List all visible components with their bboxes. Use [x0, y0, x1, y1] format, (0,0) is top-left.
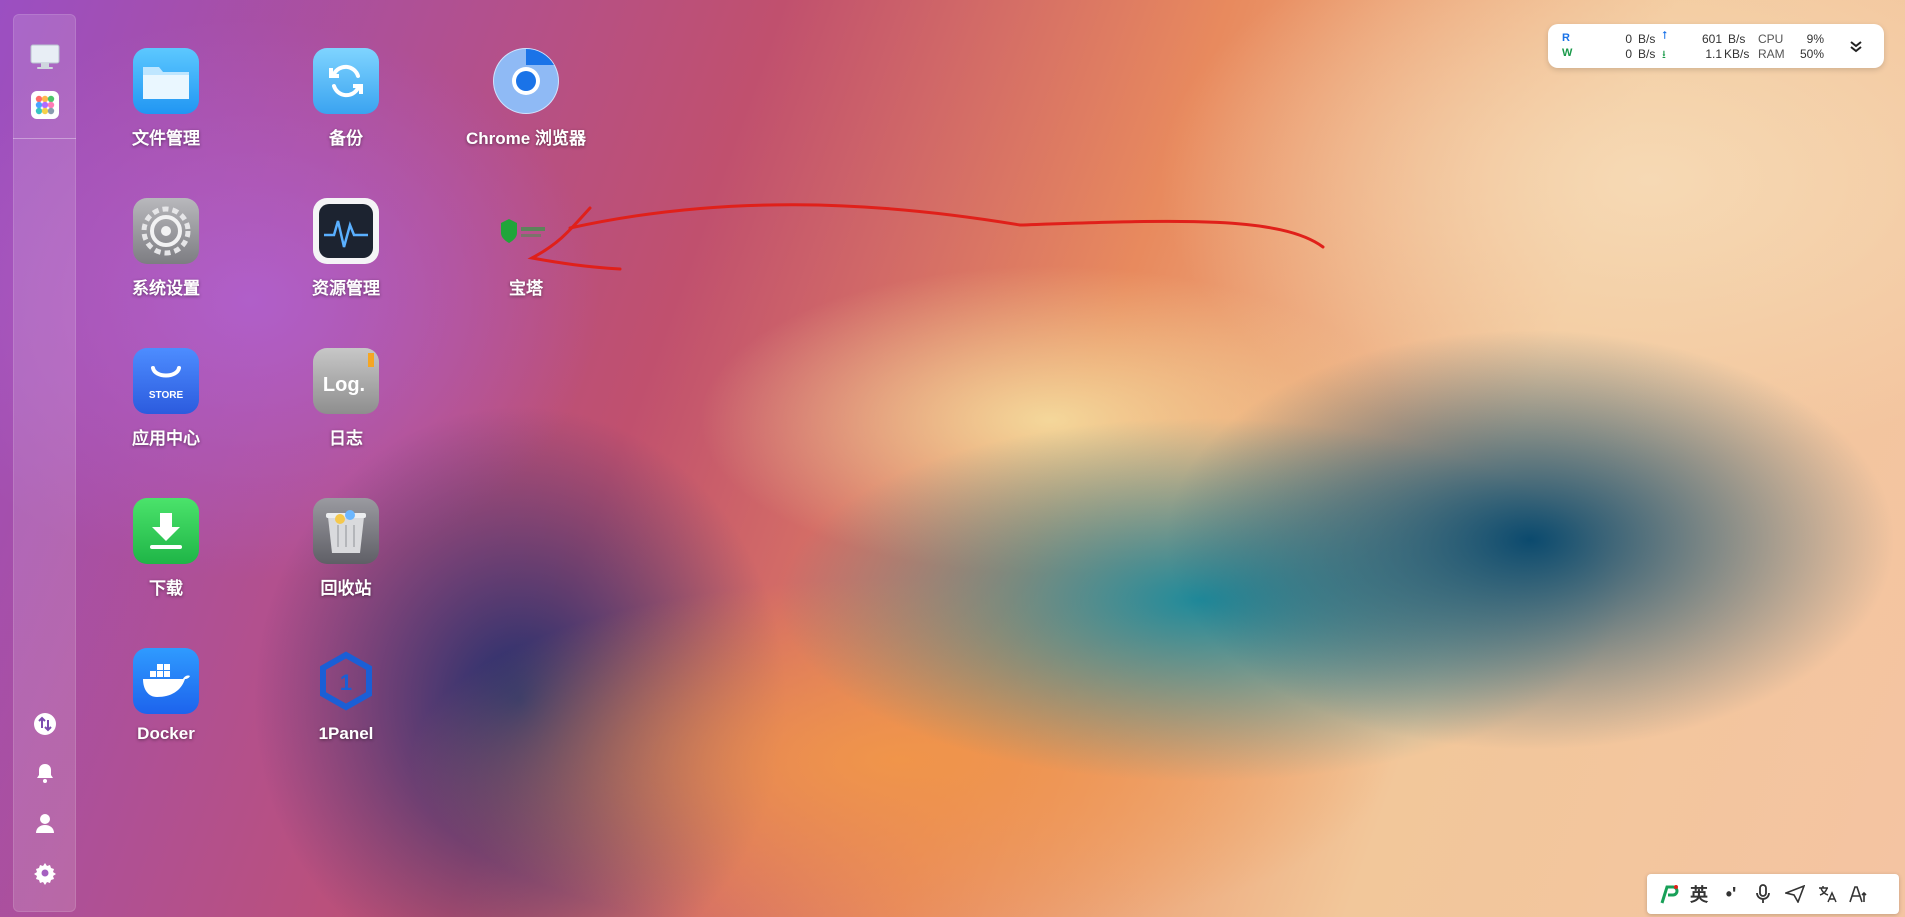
app-label: 资源管理	[312, 279, 380, 298]
app-docker[interactable]: Docker	[91, 648, 241, 744]
user-icon[interactable]	[28, 806, 62, 840]
transfer-icon[interactable]	[28, 707, 62, 741]
ram-label: RAM	[1758, 47, 1785, 61]
font-size-icon[interactable]	[1847, 882, 1871, 906]
settings-gear-icon[interactable]	[28, 856, 62, 890]
log-icon: Log.	[313, 348, 379, 414]
app-file-manager[interactable]: 文件管理	[91, 48, 241, 149]
app-1panel[interactable]: 1 1Panel	[271, 648, 421, 744]
cpu-label: CPU	[1758, 32, 1784, 46]
app-label: 应用中心	[132, 429, 200, 448]
ime-punct-toggle[interactable]: •'	[1719, 882, 1743, 906]
write-unit: B/s	[1638, 47, 1656, 61]
download-arrow-icon: ⭳	[1662, 49, 1666, 61]
app-label: 备份	[329, 129, 363, 148]
app-label: 下载	[149, 579, 183, 598]
upload-unit: B/s	[1728, 32, 1746, 46]
ime-lang-toggle[interactable]: 英	[1687, 882, 1711, 906]
trash-icon	[313, 498, 379, 564]
1panel-tile-text: 1	[340, 670, 352, 695]
activity-monitor-icon	[313, 198, 379, 264]
app-trash[interactable]: 回收站	[271, 498, 421, 599]
app-backup[interactable]: 备份	[271, 48, 421, 149]
app-grid-icon[interactable]	[28, 88, 62, 122]
read-value: 0	[1625, 32, 1632, 46]
app-log[interactable]: Log. 日志	[271, 348, 421, 449]
dock-divider	[13, 138, 76, 139]
read-unit: B/s	[1638, 32, 1656, 46]
app-system-settings[interactable]: 系统设置	[91, 198, 241, 299]
app-label: 系统设置	[132, 279, 200, 298]
folder-icon	[133, 48, 199, 114]
app-label: 回收站	[320, 579, 372, 598]
write-label: W	[1562, 47, 1573, 59]
download-value: 1.1	[1705, 47, 1722, 61]
read-label: R	[1562, 32, 1570, 44]
bell-icon[interactable]	[28, 756, 62, 790]
ram-value: 50%	[1799, 47, 1824, 61]
ime-logo-icon[interactable]	[1657, 882, 1681, 906]
app-label: 文件管理	[132, 129, 200, 148]
send-icon[interactable]	[1783, 882, 1807, 906]
store-icon: STORE	[133, 348, 199, 414]
log-tile-text: Log.	[323, 374, 365, 396]
gear-icon	[133, 198, 199, 264]
annotation-arrow	[527, 203, 1325, 271]
app-label: Chrome 浏览器	[466, 129, 586, 148]
1panel-icon: 1	[313, 648, 379, 714]
chrome-icon	[493, 48, 559, 114]
microphone-icon[interactable]	[1751, 882, 1775, 906]
write-value: 0	[1625, 47, 1632, 61]
download-icon	[133, 498, 199, 564]
cpu-value: 9%	[1806, 32, 1824, 46]
download-unit: KB/s	[1724, 47, 1750, 61]
app-label: Docker	[137, 724, 195, 743]
system-monitor-widget[interactable]: R W 0 B/s 0 B/s ⭡ ⭳ 601 B/s 1.1 KB/s CPU…	[1548, 24, 1884, 68]
app-label: 1Panel	[318, 724, 374, 743]
translate-icon[interactable]	[1815, 882, 1839, 906]
app-label: 日志	[329, 429, 363, 448]
upload-arrow-icon: ⭡	[1662, 30, 1668, 42]
app-chrome[interactable]: Chrome 浏览器	[451, 48, 601, 149]
docker-icon	[133, 648, 199, 714]
upload-value: 601	[1701, 32, 1722, 46]
app-store[interactable]: STORE 应用中心	[91, 348, 241, 449]
expand-chevron-icon[interactable]	[1842, 32, 1870, 60]
sync-icon	[313, 48, 379, 114]
store-tile-text: STORE	[149, 390, 184, 401]
app-download[interactable]: 下载	[91, 498, 241, 599]
app-resource-monitor[interactable]: 资源管理	[271, 198, 421, 299]
app-label: 宝塔	[509, 279, 543, 298]
desktop-monitor-icon[interactable]	[28, 40, 62, 74]
ime-toolbar: 英 •'	[1647, 874, 1899, 914]
